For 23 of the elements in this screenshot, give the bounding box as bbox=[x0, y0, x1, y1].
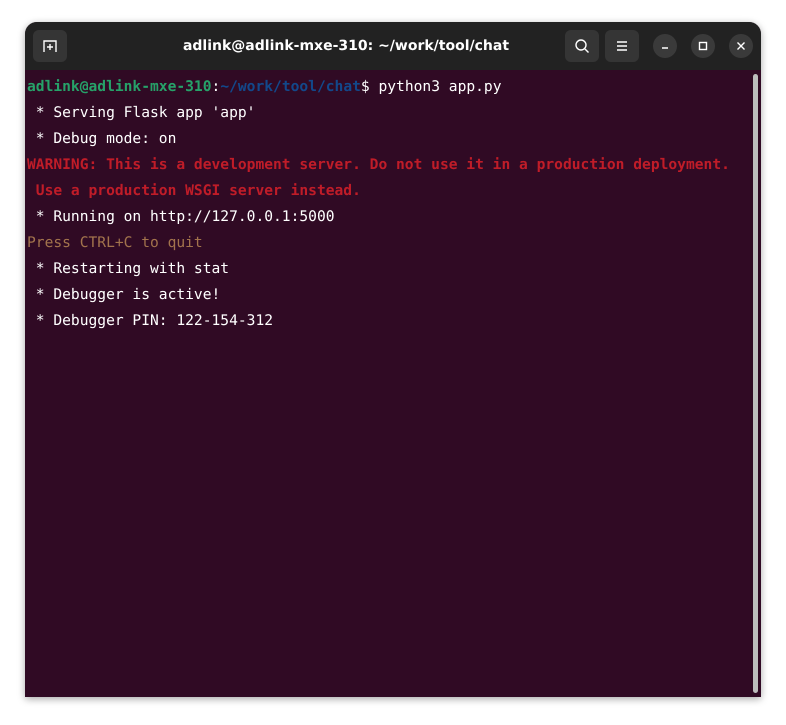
search-button[interactable] bbox=[565, 30, 599, 62]
scrollbar[interactable] bbox=[752, 74, 758, 693]
new-tab-icon bbox=[42, 38, 58, 54]
minimize-button[interactable] bbox=[653, 34, 677, 58]
output-line: Press CTRL+C to quit bbox=[27, 233, 204, 253]
output-line: * Debug mode: on bbox=[34, 129, 178, 149]
menu-icon bbox=[615, 39, 629, 53]
output-line: * Debugger PIN: 122-154-312 bbox=[34, 311, 274, 331]
maximize-button[interactable] bbox=[691, 34, 715, 58]
search-icon bbox=[574, 38, 590, 54]
prompt-line: adlink@adlink-mxe-310:~/work/tool/chat$ python3 app.py bbox=[27, 77, 502, 97]
warning-line: WARNING: This is a development server. Do not use it in a production deployment. bbox=[27, 155, 731, 175]
warning-line: Use a production WSGI server instead. bbox=[34, 181, 362, 201]
output-line: * Debugger is active! bbox=[34, 285, 222, 305]
output-line: * Restarting with stat bbox=[34, 259, 230, 279]
output-line: * Serving Flask app 'app' bbox=[34, 103, 256, 123]
window-title: adlink@adlink-mxe-310: ~/work/tool/chat bbox=[182, 38, 510, 54]
maximize-icon bbox=[698, 41, 708, 51]
output-line: * Running on http://127.0.0.1:5000 bbox=[34, 207, 336, 227]
menu-button[interactable] bbox=[605, 30, 639, 62]
close-button[interactable] bbox=[729, 34, 753, 58]
close-icon bbox=[736, 41, 746, 51]
new-tab-button[interactable] bbox=[33, 30, 67, 62]
